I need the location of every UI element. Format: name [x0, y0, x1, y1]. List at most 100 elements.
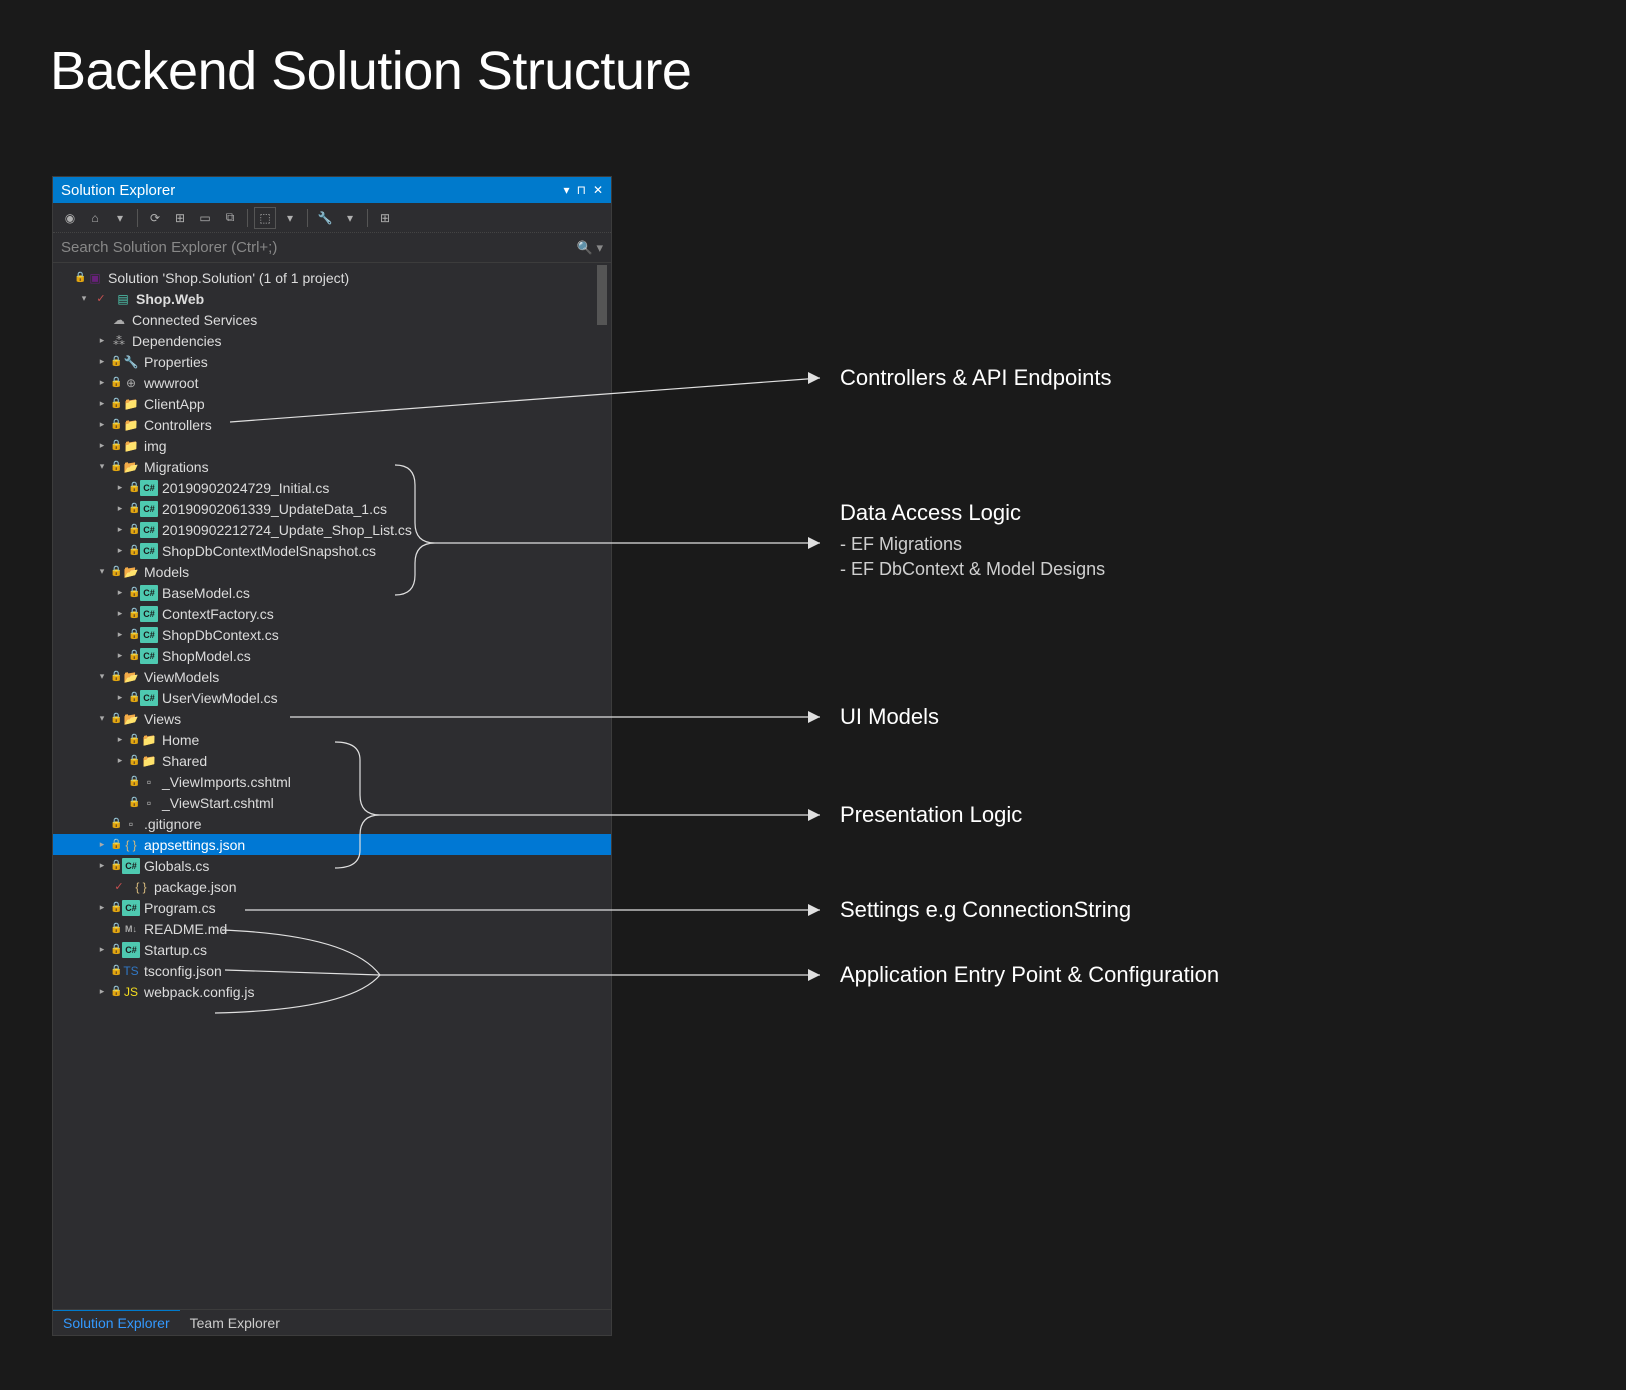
expand-icon[interactable]: ▸ [95, 943, 109, 957]
expand-icon[interactable]: ▸ [113, 754, 127, 768]
properties-icon[interactable]: 🔧 [314, 207, 336, 229]
collapse-icon[interactable]: ▾ [77, 292, 91, 306]
preview-icon[interactable]: ⬚ [254, 207, 276, 229]
tree-item[interactable]: ▸🔒C#ShopDbContextModelSnapshot.cs [53, 540, 611, 561]
lock-icon: 🔒 [128, 692, 140, 703]
collapse-icon[interactable]: ▾ [95, 460, 109, 474]
search-bar[interactable]: Search Solution Explorer (Ctrl+;) 🔍 ▾ [53, 233, 611, 263]
expand-icon[interactable]: ▸ [95, 838, 109, 852]
collapse-icon[interactable]: ▾ [95, 670, 109, 684]
home-icon[interactable]: ⌂ [84, 207, 106, 229]
tree-item[interactable]: 🔒▫.gitignore [53, 813, 611, 834]
lock-icon: 🔒 [110, 839, 122, 850]
tree-icon[interactable]: ⊞ [374, 207, 396, 229]
expand-icon[interactable]: ▸ [113, 628, 127, 642]
tree-item[interactable]: ▸🔒C#ShopModel.cs [53, 645, 611, 666]
lock-icon: 🔒 [110, 566, 122, 577]
tree-item[interactable]: ▸⁂Dependencies [53, 330, 611, 351]
tree-item[interactable]: ▾🔒📂Views [53, 708, 611, 729]
expand-icon[interactable]: ▸ [95, 985, 109, 999]
tree-item[interactable]: ▾🔒📂ViewModels [53, 666, 611, 687]
expand-icon[interactable]: ▸ [95, 376, 109, 390]
tree-item[interactable]: ▸🔒C#BaseModel.cs [53, 582, 611, 603]
expand-icon[interactable]: ▸ [113, 649, 127, 663]
tree-item[interactable]: ▸🔒C#ContextFactory.cs [53, 603, 611, 624]
tree-item[interactable]: ▸🔒C#Globals.cs [53, 855, 611, 876]
cs-icon: C# [140, 585, 158, 601]
tree-item[interactable]: ▸🔒{ }appsettings.json [53, 834, 611, 855]
expand-icon[interactable]: ▸ [95, 901, 109, 915]
cs-icon: C# [140, 543, 158, 559]
tree-item[interactable]: 🔒▣Solution 'Shop.Solution' (1 of 1 proje… [53, 267, 611, 288]
tree-item[interactable]: 🔒▫_ViewStart.cshtml [53, 792, 611, 813]
tree-item[interactable]: ▾🔒📂Migrations [53, 456, 611, 477]
filter-icon[interactable]: ⊞ [169, 207, 191, 229]
tree-item[interactable]: ▸🔒C#Startup.cs [53, 939, 611, 960]
scrollbar[interactable] [597, 263, 609, 1309]
tab-solution-explorer[interactable]: Solution Explorer [53, 1310, 180, 1335]
expand-icon[interactable]: ▸ [113, 523, 127, 537]
expand-icon[interactable]: ▸ [95, 397, 109, 411]
lock-icon: 🔒 [110, 356, 122, 367]
pin-icon[interactable]: ⊓ [577, 183, 586, 197]
tree-item[interactable]: ▸🔒C#20190902212724_Update_Shop_List.cs [53, 519, 611, 540]
sync-icon[interactable]: ⟳ [144, 207, 166, 229]
search-icon[interactable]: 🔍 ▾ [577, 240, 603, 256]
expand-icon[interactable]: ▸ [113, 691, 127, 705]
tree-item[interactable]: ▸🔒C#20190902024729_Initial.cs [53, 477, 611, 498]
tree-item[interactable]: 🔒▫_ViewImports.cshtml [53, 771, 611, 792]
tree-item[interactable]: ▸🔒C#UserViewModel.cs [53, 687, 611, 708]
tree-item[interactable]: ▸🔒📁img [53, 435, 611, 456]
tree-item[interactable]: ▾✓▤Shop.Web [53, 288, 611, 309]
expand-icon[interactable]: ▸ [113, 544, 127, 558]
dropdown-icon[interactable]: ▾ [564, 183, 570, 197]
close-icon[interactable]: ✕ [593, 183, 603, 197]
tree-item-label: Shared [162, 753, 207, 769]
tree-item[interactable]: ▸🔒C#20190902061339_UpdateData_1.cs [53, 498, 611, 519]
lock-icon: 🔒 [110, 419, 122, 430]
lock-icon: 🔒 [110, 986, 122, 997]
back-icon[interactable]: ◉ [59, 207, 81, 229]
tree-item[interactable]: 🔒M↓README.md [53, 918, 611, 939]
tree-item[interactable]: ▸🔒⊕wwwroot [53, 372, 611, 393]
expand-icon[interactable]: ▸ [95, 439, 109, 453]
folder-icon: 📁 [122, 396, 140, 412]
lock-icon: 🔒 [110, 713, 122, 724]
tree-item-label: 20190902212724_Update_Shop_List.cs [162, 522, 412, 538]
tree-item[interactable]: 🔒TStsconfig.json [53, 960, 611, 981]
expand-icon[interactable]: ▸ [113, 733, 127, 747]
tree-item[interactable]: ▸🔒📁ClientApp [53, 393, 611, 414]
tree-item-label: package.json [154, 879, 237, 895]
expand-icon[interactable]: ▸ [113, 607, 127, 621]
tree-item-label: 20190902024729_Initial.cs [162, 480, 329, 496]
tree-item[interactable]: ▸🔒📁Home [53, 729, 611, 750]
copy-icon[interactable]: ⧉ [219, 207, 241, 229]
collapse-icon[interactable]: ▾ [95, 712, 109, 726]
tree-item[interactable]: ▸🔒🔧Properties [53, 351, 611, 372]
expand-icon[interactable]: ▸ [113, 586, 127, 600]
lock-icon: 🔒 [128, 797, 140, 808]
expand-icon[interactable]: ▸ [113, 481, 127, 495]
expand-icon[interactable]: ▸ [113, 502, 127, 516]
expand-icon[interactable]: ▸ [95, 859, 109, 873]
tree-item[interactable]: ✓{ }package.json [53, 876, 611, 897]
tree-item[interactable]: ▾🔒📂Models [53, 561, 611, 582]
show-all-icon[interactable]: ▭ [194, 207, 216, 229]
dropdown-icon[interactable]: ▾ [279, 207, 301, 229]
tree-item[interactable]: ▸🔒📁Controllers [53, 414, 611, 435]
collapse-icon[interactable]: ▾ [95, 565, 109, 579]
tree-item[interactable]: ▸🔒C#ShopDbContext.cs [53, 624, 611, 645]
tree-item[interactable]: ☁Connected Services [53, 309, 611, 330]
tree-view[interactable]: 🔒▣Solution 'Shop.Solution' (1 of 1 proje… [53, 263, 611, 1309]
tree-item[interactable]: ▸🔒C#Program.cs [53, 897, 611, 918]
expand-icon[interactable]: ▸ [95, 418, 109, 432]
tab-team-explorer[interactable]: Team Explorer [180, 1310, 290, 1335]
expand-icon[interactable]: ▸ [95, 355, 109, 369]
dropdown-icon[interactable]: ▾ [339, 207, 361, 229]
tree-item[interactable]: ▸🔒JSwebpack.config.js [53, 981, 611, 1002]
tree-item-label: Solution 'Shop.Solution' (1 of 1 project… [108, 270, 349, 286]
tree-item-label: Connected Services [132, 312, 257, 328]
expand-icon[interactable]: ▸ [95, 334, 109, 348]
dropdown-icon[interactable]: ▾ [109, 207, 131, 229]
tree-item[interactable]: ▸🔒📁Shared [53, 750, 611, 771]
